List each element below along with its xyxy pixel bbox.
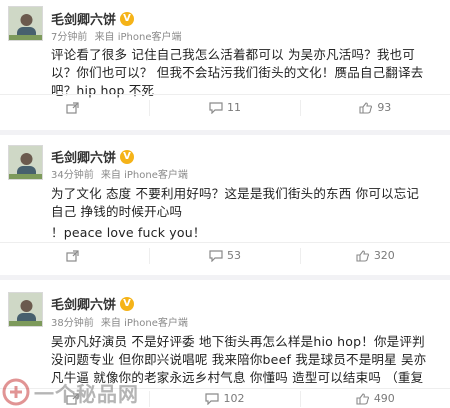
watermark: 一个秘品网 — [2, 376, 162, 408]
comment-count: 11 — [226, 101, 241, 114]
comment-button[interactable]: 53 — [150, 247, 301, 264]
forward-icon — [66, 249, 79, 262]
verified-badge-icon: V — [120, 11, 135, 26]
post-text: 评论看了很多 记住自己我怎么活着都可以 为吴亦凡活吗？我也可以？你们也可以？ 但… — [51, 46, 431, 100]
post-text: 为了文化 态度 不要利用好吗？这是是我们街头的东西 你可以忘记自己 挣钱的时候开… — [51, 185, 431, 242]
watermark-text: 一个秘品网 — [34, 381, 139, 406]
avatar[interactable] — [8, 6, 43, 41]
username[interactable]: 毛剑卿六饼 V — [51, 9, 135, 28]
watermark-logo-icon — [2, 378, 30, 406]
post-actions-wrap: 53 320 — [0, 240, 450, 270]
comment-icon — [209, 249, 223, 262]
comment-count: 102 — [223, 392, 245, 405]
post-time[interactable]: 7分钟前 — [51, 32, 87, 43]
comment-count: 53 — [226, 249, 241, 262]
comment-button[interactable]: 11 — [150, 99, 301, 116]
comment-icon — [205, 392, 220, 405]
like-button[interactable]: 320 — [301, 248, 450, 264]
verified-badge-icon: V — [120, 296, 135, 311]
like-count: 320 — [373, 249, 395, 262]
comment-icon — [209, 101, 223, 114]
weibo-feed: 毛剑卿六饼 V 7分钟前 来自 iPhone客户端 评论看了很多 记住自己我怎么… — [0, 0, 450, 408]
like-icon — [356, 249, 369, 262]
post-text-body: 评论看了很多 记住自己我怎么活着都可以 为吴亦凡活吗？我也可以？你们也可以？ 但… — [51, 47, 424, 98]
verified-badge-icon: V — [120, 149, 135, 164]
forward-button[interactable] — [0, 99, 151, 116]
username-text[interactable]: 毛剑卿六饼 — [51, 294, 116, 313]
post-actions: 53 320 — [0, 242, 450, 268]
post-card: 毛剑卿六饼 V 7分钟前 来自 iPhone客户端 评论看了很多 记住自己我怎么… — [0, 0, 450, 130]
post-source: 来自 iPhone客户端 — [100, 170, 188, 181]
avatar[interactable] — [8, 292, 43, 327]
username[interactable]: 毛剑卿六饼 V — [51, 294, 135, 313]
avatar[interactable] — [8, 145, 43, 180]
like-button[interactable]: 93 — [301, 100, 450, 116]
like-icon — [356, 392, 369, 405]
post-text-line: 为了文化 态度 不要利用好吗？这是是我们街头的东西 你可以忘记自己 挣钱的时候开… — [51, 186, 420, 219]
post-time[interactable]: 38分钟前 — [51, 318, 94, 329]
forward-button[interactable] — [0, 247, 151, 264]
username-text[interactable]: 毛剑卿六饼 — [51, 147, 116, 166]
username-text[interactable]: 毛剑卿六饼 — [51, 9, 116, 28]
comment-button[interactable]: 102 — [150, 390, 301, 407]
forward-icon — [66, 101, 79, 114]
post-meta: 7分钟前 来自 iPhone客户端 — [51, 28, 186, 43]
post-time[interactable]: 34分钟前 — [51, 170, 94, 181]
post-meta: 38分钟前 来自 iPhone客户端 — [51, 314, 192, 329]
like-icon — [359, 101, 373, 114]
post-source: 来自 iPhone客户端 — [94, 32, 182, 43]
username[interactable]: 毛剑卿六饼 V — [51, 147, 135, 166]
post-actions: 11 93 — [0, 94, 450, 120]
like-count: 93 — [377, 101, 392, 114]
like-count: 490 — [373, 392, 395, 405]
like-button[interactable]: 490 — [301, 391, 450, 407]
post-source: 来自 iPhone客户端 — [100, 318, 188, 329]
post-meta: 34分钟前 来自 iPhone客户端 — [51, 166, 192, 181]
